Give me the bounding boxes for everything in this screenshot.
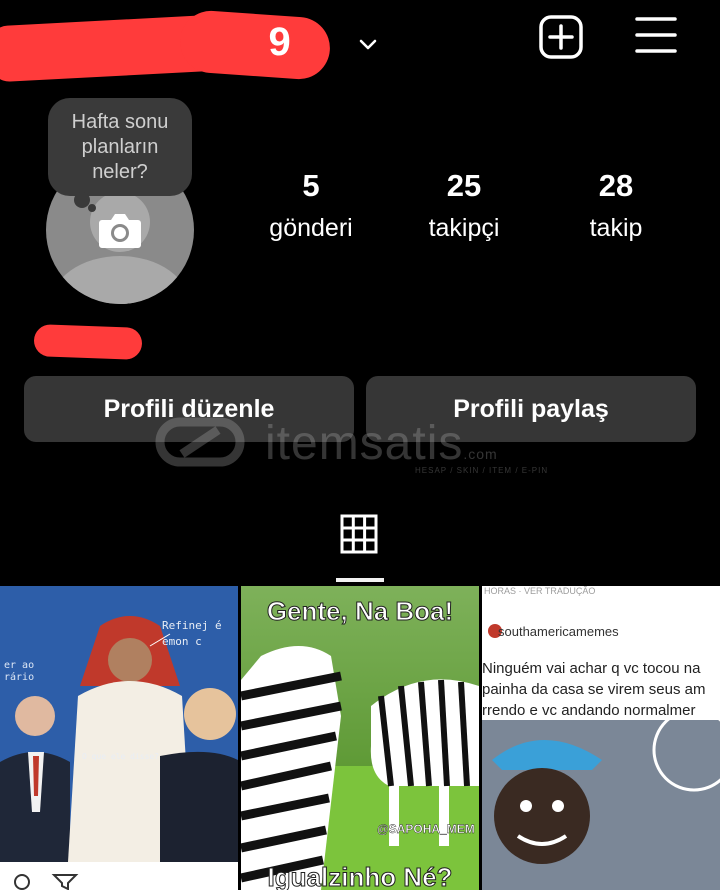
stat-value: 5 (302, 168, 320, 203)
post-caption: Refinej é emon c (162, 619, 222, 648)
avatar-placeholder-body (50, 256, 190, 304)
post-image (482, 708, 720, 890)
camera-icon[interactable] (96, 208, 144, 252)
stat-following[interactable]: 28 takip (551, 168, 681, 243)
note-bubble-tail (88, 204, 96, 212)
note-bubble[interactable]: Hafta sonu planların neler? (48, 98, 192, 196)
search-filter-icons (14, 874, 79, 890)
post-caption: Ninguém vai achar q vc tocou na painha d… (482, 660, 706, 719)
post-thumbnail[interactable]: HORAS · VER TRADUÇÃO southamericamemes N… (482, 586, 720, 890)
post-thumbnail[interactable]: Gente, Na Boa! @SAPOHA_MEM Igualzinho Né… (241, 586, 479, 890)
post-illustration (241, 646, 479, 890)
post-account: southamericamemes (498, 624, 619, 639)
stat-followers[interactable]: 25 takipçi (399, 168, 529, 243)
share-profile-button[interactable]: Profili paylaş (366, 376, 696, 442)
post-caption: O que ele disse? (82, 752, 160, 761)
stat-label: gönderi (269, 214, 353, 242)
note-bubble-text: Hafta sonu planların neler? (71, 110, 169, 183)
stat-label: takip (589, 214, 643, 242)
profile-fullname: mmm ahr (30, 318, 170, 368)
profile-header: 009 (0, 0, 720, 83)
edit-profile-button[interactable]: Profili düzenle (24, 376, 354, 442)
redaction-mark (33, 324, 143, 360)
stat-label: takipçi (428, 214, 500, 242)
chevron-down-icon[interactable] (356, 32, 380, 56)
post-caption: Gente, Na Boa! (266, 596, 454, 627)
post-illustration (482, 708, 720, 890)
plus-square-icon[interactable] (538, 14, 584, 60)
username-label: 009 (268, 20, 292, 64)
post-thumbnail[interactable]: Refinej é emon c er ao rário O que ele dis… (0, 586, 238, 890)
post-caption: er ao rário (4, 660, 35, 683)
post-caption: HORAS · VER TRADUÇÃO (484, 586, 596, 596)
watermark-subtext: HESAP / SKIN / ITEM / E-PIN (415, 466, 549, 475)
post-caption: Igualzinho Né? (267, 862, 453, 890)
post-caption: @SAPOHA_MEM (377, 822, 475, 836)
grid-icon[interactable] (340, 514, 378, 554)
stat-value: 25 (446, 168, 482, 203)
hamburger-menu-icon[interactable] (634, 14, 678, 56)
active-tab-indicator (336, 578, 384, 582)
stat-posts[interactable]: 5 gönderi (246, 168, 376, 243)
stat-value: 28 (598, 168, 634, 203)
username-switcher[interactable]: 009 (0, 8, 400, 83)
